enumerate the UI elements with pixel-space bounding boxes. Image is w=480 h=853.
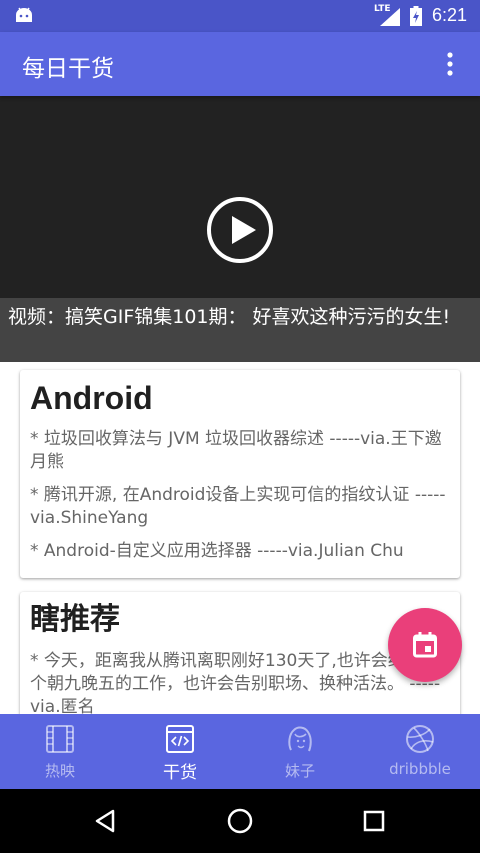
screen: LTE 6:21 每日干货 视频：搞笑GIF锦集101期： 好喜欢这种污污的女生… [0, 0, 480, 853]
tab-dribbble[interactable]: dribbble [360, 714, 480, 789]
card-title: 瞎推荐 [30, 602, 120, 637]
article-link[interactable]: * Android-自定义应用选择器 -----via.Julian Chu [30, 540, 450, 563]
tab-label: 妹子 [284, 762, 315, 780]
tab-label: 热映 [44, 762, 75, 780]
play-icon[interactable] [206, 196, 274, 264]
code-icon [166, 725, 194, 753]
tab-hot-movies[interactable]: 热映 [0, 714, 120, 789]
dribbble-icon [406, 725, 434, 753]
tab-label: dribbble [389, 760, 451, 778]
recents-icon[interactable] [360, 807, 388, 835]
more-vert-icon[interactable] [440, 50, 460, 78]
tab-label: 干货 [163, 763, 197, 783]
film-icon [46, 725, 74, 753]
clock: 6:21 [432, 5, 468, 25]
tab-dry-goods[interactable]: 干货 [120, 714, 240, 789]
status-bar: LTE 6:21 [0, 0, 480, 32]
bottom-navigation: 热映 干货 妹子 dribbble [0, 714, 480, 789]
app-toolbar: 每日干货 [0, 32, 480, 96]
signal-icon [380, 8, 400, 26]
video-caption: 视频：搞笑GIF锦集101期： 好喜欢这种污污的女生! [0, 298, 480, 362]
home-icon[interactable] [226, 807, 254, 835]
system-navigation-bar [0, 789, 480, 853]
category-card-android: Android * 垃圾回收算法与 JVM 垃圾回收器综述 -----via.王… [20, 370, 460, 578]
calendar-icon [413, 632, 437, 658]
article-link[interactable]: * 垃圾回收算法与 JVM 垃圾回收器综述 -----via.王下邀月熊 [30, 428, 450, 474]
article-link[interactable]: * 腾讯开源, 在Android设备上实现可信的指纹认证 -----via.Sh… [30, 484, 450, 530]
card-title: Android [30, 380, 153, 416]
article-link[interactable]: * 今天，距离我从腾讯离职刚好130天了,也许会继续找个朝九晚五的工作，也许会告… [30, 650, 450, 719]
battery-icon [410, 6, 422, 26]
girl-icon [288, 726, 312, 752]
tab-girls[interactable]: 妹子 [240, 714, 360, 789]
calendar-fab-button[interactable] [388, 608, 462, 682]
back-icon[interactable] [92, 807, 120, 835]
video-player[interactable]: 视频：搞笑GIF锦集101期： 好喜欢这种污污的女生! [0, 96, 480, 362]
android-icon [16, 7, 32, 22]
app-title: 每日干货 [22, 56, 114, 82]
